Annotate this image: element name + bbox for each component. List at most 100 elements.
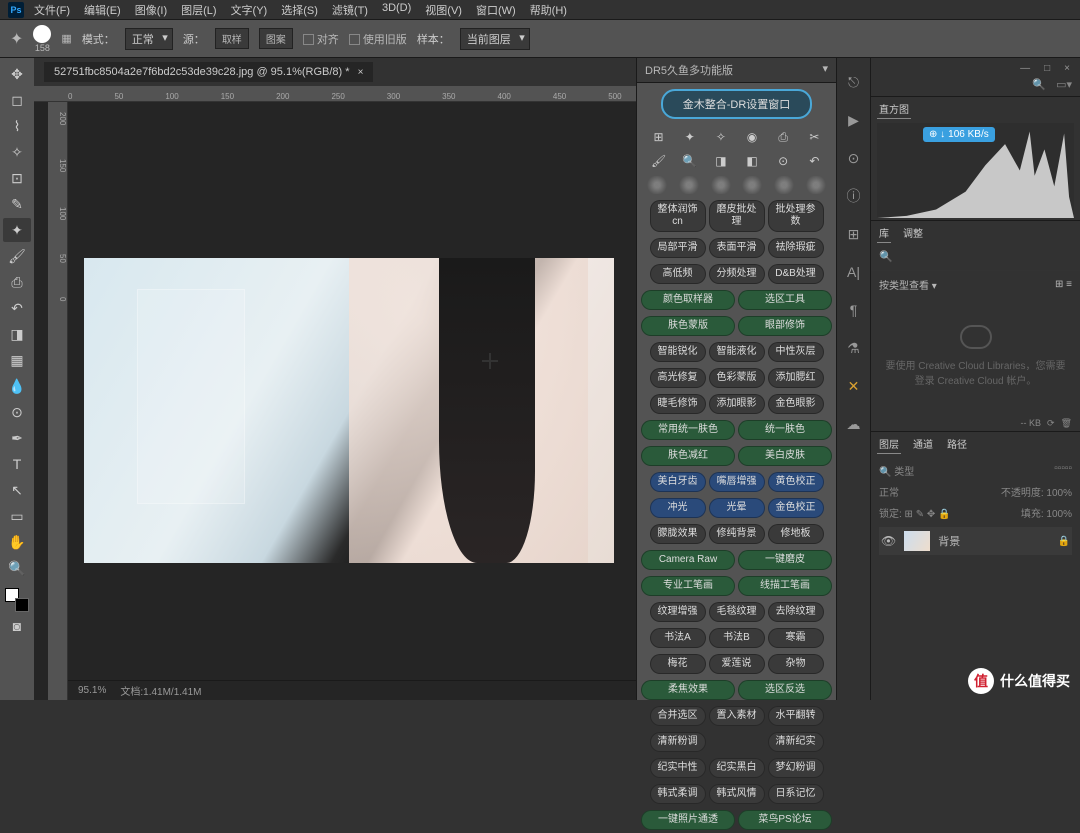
sample-select[interactable]: 当前图层 xyxy=(460,28,530,50)
strip-icon[interactable]: ✕ xyxy=(844,376,864,396)
tool-icon[interactable]: ⊙ xyxy=(774,153,792,169)
plugin-action[interactable]: 修地板 xyxy=(768,524,824,544)
trash-icon[interactable]: 🗑 xyxy=(1061,418,1072,429)
plugin-action[interactable]: 冲光 xyxy=(650,498,706,518)
menu-layer[interactable]: 图层(L) xyxy=(181,2,216,18)
magic-wand-tool[interactable]: ✧ xyxy=(3,140,31,164)
plugin-action[interactable]: 选区反选 xyxy=(738,680,832,700)
plugin-action[interactable]: 清新粉调 xyxy=(650,732,706,752)
plugin-action[interactable]: D&B处理 xyxy=(768,264,824,284)
blend-select[interactable]: 正常 xyxy=(879,484,899,499)
adjust-tab[interactable]: 调整 xyxy=(901,223,925,243)
layer-thumbnail[interactable] xyxy=(904,531,930,551)
plugin-action[interactable]: 梅花 xyxy=(650,654,706,674)
menu-view[interactable]: 视图(V) xyxy=(425,2,462,18)
eyedropper-tool[interactable]: ✎ xyxy=(3,192,31,216)
source-pattern[interactable]: 图案 xyxy=(259,28,293,49)
hand-tool[interactable]: ✋ xyxy=(3,530,31,554)
plugin-action[interactable]: 日系记忆 xyxy=(768,784,824,804)
strip-icon[interactable]: ⓘ xyxy=(844,186,864,206)
menu-edit[interactable]: 编辑(E) xyxy=(84,2,121,18)
tool-icon[interactable]: ✦ xyxy=(681,129,699,145)
move-tool[interactable]: ✥ xyxy=(3,62,31,86)
menu-file[interactable]: 文件(F) xyxy=(34,2,70,18)
plugin-action[interactable]: 水平翻转 xyxy=(768,706,824,726)
plugin-action[interactable]: 金色校正 xyxy=(768,498,824,518)
plugin-action[interactable]: 祛除瑕疵 xyxy=(768,238,824,258)
strip-icon[interactable]: ☁ xyxy=(844,414,864,434)
tool-icon[interactable]: ◨ xyxy=(712,153,730,169)
plugin-action[interactable]: 黄色校正 xyxy=(768,472,824,492)
tool-icon[interactable]: ◧ xyxy=(743,153,761,169)
plugin-action[interactable]: 去除纹理 xyxy=(768,602,824,622)
grid-view-icon[interactable]: ⊞ ≡ xyxy=(1055,279,1072,290)
menu-type[interactable]: 文字(Y) xyxy=(231,2,268,18)
plugin-action[interactable]: 高光修复 xyxy=(650,368,706,388)
sync-icon[interactable]: ⟳ xyxy=(1047,418,1055,429)
brush-preset[interactable] xyxy=(805,176,827,194)
brush-tool[interactable]: 🖌 xyxy=(3,244,31,268)
brush-panel-icon[interactable]: ▦ xyxy=(61,32,71,45)
histogram-tab[interactable]: 直方图 xyxy=(877,99,911,119)
search-icon[interactable]: 🔍 xyxy=(879,250,893,263)
aligned-check[interactable]: 对齐 xyxy=(303,31,339,47)
plugin-action[interactable]: 表面平滑 xyxy=(709,238,765,258)
menu-help[interactable]: 帮助(H) xyxy=(530,2,567,18)
plugin-action[interactable]: 批处理参数 xyxy=(768,200,824,232)
plugin-action[interactable]: 美白皮肤 xyxy=(738,446,832,466)
gradient-tool[interactable]: ▦ xyxy=(3,348,31,372)
strip-icon[interactable]: ⊙ xyxy=(844,148,864,168)
plugin-action[interactable]: 置入素材 xyxy=(709,706,765,726)
plugin-action[interactable]: 韩式风情 xyxy=(709,784,765,804)
strip-icon[interactable]: ¶ xyxy=(844,300,864,320)
lock-icon[interactable]: 🔒 xyxy=(1058,536,1070,547)
plugin-action[interactable]: 专业工笔画 xyxy=(641,576,735,596)
lasso-tool[interactable]: ⌇ xyxy=(3,114,31,138)
plugin-action[interactable]: 金色眼影 xyxy=(768,394,824,414)
quick-mask[interactable]: ◙ xyxy=(3,614,31,638)
plugin-action[interactable]: 清新纪实 xyxy=(768,732,824,752)
plugin-action[interactable]: 书法B xyxy=(709,628,765,648)
eraser-tool[interactable]: ◨ xyxy=(3,322,31,346)
view-type-select[interactable]: 按类型查看 ▾ xyxy=(879,277,937,292)
plugin-action[interactable]: 嘴唇增强 xyxy=(709,472,765,492)
plugin-action[interactable]: 磨皮批处理 xyxy=(709,200,765,232)
plugin-action[interactable]: 纹理增强 xyxy=(650,602,706,622)
tool-icon[interactable]: ✂ xyxy=(805,129,823,145)
plugin-action[interactable]: 杂物 xyxy=(768,654,824,674)
healing-brush-tool[interactable]: ✦ xyxy=(3,218,31,242)
brush-preset[interactable] xyxy=(646,176,668,194)
search-icon[interactable]: 🔍 xyxy=(1032,78,1046,96)
zoom-level[interactable]: 95.1% xyxy=(78,685,106,696)
brush-preview[interactable] xyxy=(33,25,51,43)
tool-icon[interactable]: ✧ xyxy=(712,129,730,145)
menu-3d[interactable]: 3D(D) xyxy=(382,2,411,18)
menu-window[interactable]: 窗口(W) xyxy=(476,2,516,18)
zoom-tool[interactable]: 🔍 xyxy=(3,556,31,580)
plugin-action[interactable]: 常用统一肤色 xyxy=(641,420,735,440)
plugin-action[interactable]: 修纯背景 xyxy=(709,524,765,544)
menu-filter[interactable]: 滤镜(T) xyxy=(332,2,368,18)
strip-icon[interactable]: A| xyxy=(844,262,864,282)
plugin-action[interactable]: 局部平滑 xyxy=(650,238,706,258)
legacy-check[interactable]: 使用旧版 xyxy=(349,31,407,47)
plugin-action[interactable]: 颜色取样器 xyxy=(641,290,735,310)
plugin-action[interactable]: 梦幻粉调 xyxy=(768,758,824,778)
plugin-action[interactable]: 朦胧效果 xyxy=(650,524,706,544)
plugin-action[interactable]: 高低频 xyxy=(650,264,706,284)
channels-tab[interactable]: 通道 xyxy=(911,434,935,454)
tool-icon[interactable]: ↶ xyxy=(805,153,823,169)
brush-preset[interactable] xyxy=(773,176,795,194)
tool-icon[interactable]: 🔍 xyxy=(681,153,699,169)
strip-icon[interactable]: ⚗ xyxy=(844,338,864,358)
plugin-action[interactable]: 统一肤色 xyxy=(738,420,832,440)
plugin-menu-icon[interactable]: ▾ xyxy=(822,62,828,78)
plugin-settings-button[interactable]: 金木整合-DR设置窗口 xyxy=(661,89,813,119)
plugin-action[interactable]: 智能锐化 xyxy=(650,342,706,362)
plugin-action[interactable]: 韩式柔调 xyxy=(650,784,706,804)
plugin-action[interactable]: 线描工笔画 xyxy=(738,576,832,596)
paths-tab[interactable]: 路径 xyxy=(945,434,969,454)
minimize-icon[interactable]: — xyxy=(1020,63,1030,74)
clone-stamp-tool[interactable]: ⎙ xyxy=(3,270,31,294)
healing-brush-icon[interactable]: ✦ xyxy=(10,29,23,49)
